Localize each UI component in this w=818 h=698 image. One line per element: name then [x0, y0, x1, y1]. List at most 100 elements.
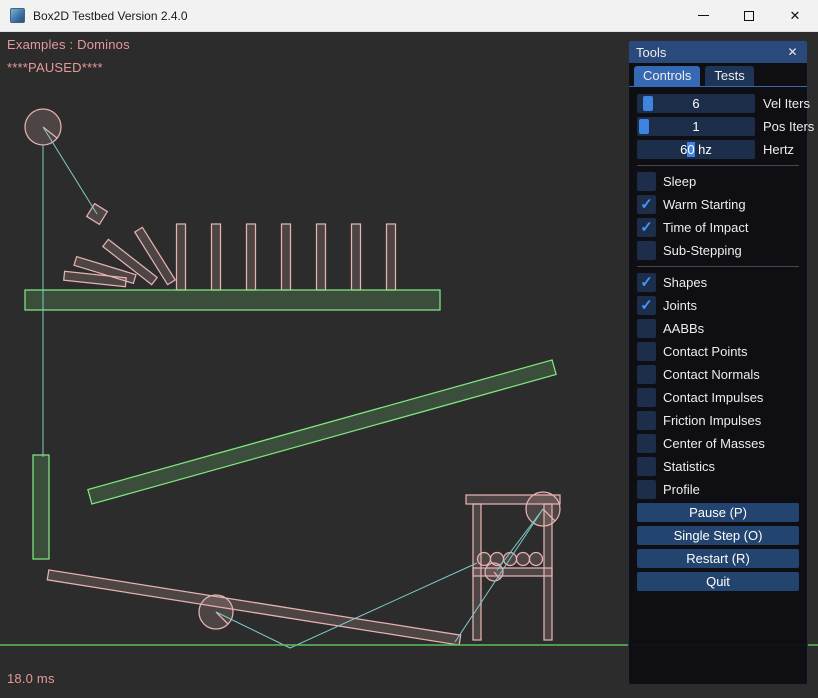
checkbox-label: Statistics	[663, 459, 715, 474]
window-title: Box2D Testbed Version 2.4.0	[33, 9, 680, 23]
tools-close-button[interactable]: ✕	[785, 45, 800, 60]
hertz-label: Hertz	[763, 142, 794, 157]
close-button[interactable]: ✕	[772, 0, 818, 31]
contact-points-checkbox[interactable]	[637, 342, 656, 361]
checkbox-label: Contact Points	[663, 344, 748, 359]
checkbox-label: Contact Impulses	[663, 390, 763, 405]
vertical-block	[33, 455, 49, 559]
check-icon: ✓	[640, 197, 653, 212]
tools-title: Tools	[636, 45, 785, 60]
sleep-checkbox[interactable]	[637, 172, 656, 191]
pos-iters-slider[interactable]: 1	[637, 117, 755, 136]
checkbox-label: Shapes	[663, 275, 707, 290]
domino	[317, 224, 326, 290]
platform	[25, 290, 440, 310]
tilted-plank	[47, 570, 460, 645]
checkbox-row-joints: ✓ Joints	[637, 296, 799, 315]
aabbs-checkbox[interactable]	[637, 319, 656, 338]
minimize-button[interactable]	[680, 0, 726, 31]
hertz-row: 60 hz Hertz	[637, 140, 799, 159]
sub-stepping-checkbox[interactable]	[637, 241, 656, 260]
separator	[637, 266, 799, 267]
center-of-masses-checkbox[interactable]	[637, 434, 656, 453]
vel-iters-row: 6 Vel Iters	[637, 94, 799, 113]
ball	[478, 553, 491, 566]
checkbox-row-profile: Profile	[637, 480, 799, 499]
checkbox-label: Profile	[663, 482, 700, 497]
domino	[247, 224, 256, 290]
checkbox-row-contact-normals: Contact Normals	[637, 365, 799, 384]
shapes-checkbox[interactable]: ✓	[637, 273, 656, 292]
contact-normals-checkbox[interactable]	[637, 365, 656, 384]
joints-checkbox[interactable]: ✓	[637, 296, 656, 315]
vel-iters-slider[interactable]: 6	[637, 94, 755, 113]
app-window: Box2D Testbed Version 2.4.0 ✕	[0, 0, 818, 698]
statistics-checkbox[interactable]	[637, 457, 656, 476]
diagonal-plank	[88, 360, 556, 504]
checkbox-row-time-of-impact: ✓ Time of Impact	[637, 218, 799, 237]
domino	[352, 224, 361, 290]
maximize-icon	[744, 11, 754, 21]
checkbox-label: Sub-Stepping	[663, 243, 742, 258]
domino	[387, 224, 396, 290]
checkbox-row-aabbs: AABBs	[637, 319, 799, 338]
checkbox-row-contact-points: Contact Points	[637, 342, 799, 361]
checkbox-label: Sleep	[663, 174, 696, 189]
checkbox-label: Time of Impact	[663, 220, 748, 235]
example-label: Examples : Dominos	[7, 37, 130, 52]
checkbox-label: Warm Starting	[663, 197, 746, 212]
maximize-button[interactable]	[726, 0, 772, 31]
tab-tests[interactable]: Tests	[705, 66, 753, 86]
quit-button[interactable]: Quit	[637, 572, 799, 591]
friction-impulses-checkbox[interactable]	[637, 411, 656, 430]
checkbox-row-statistics: Statistics	[637, 457, 799, 476]
profile-checkbox[interactable]	[637, 480, 656, 499]
domino	[282, 224, 291, 290]
hertz-value: 60 hz	[637, 140, 755, 159]
checkbox-row-sub-stepping: Sub-Stepping	[637, 241, 799, 260]
hertz-input[interactable]: 60 hz	[637, 140, 755, 159]
contact-impulses-checkbox[interactable]	[637, 388, 656, 407]
tools-panel: Tools ✕ Controls Tests 6 Vel Iters	[628, 40, 808, 685]
dynamic-bodies	[25, 109, 560, 645]
checkbox-row-contact-impulses: Contact Impulses	[637, 388, 799, 407]
check-icon: ✓	[640, 275, 653, 290]
single-step-button[interactable]: Single Step (O)	[637, 526, 799, 545]
tools-titlebar[interactable]: Tools ✕	[629, 41, 807, 63]
minimize-icon	[698, 15, 709, 16]
frame-time-label: 18.0 ms	[7, 671, 55, 686]
checkbox-row-warm-starting: ✓ Warm Starting	[637, 195, 799, 214]
pos-iters-row: 1 Pos Iters	[637, 117, 799, 136]
restart-button[interactable]: Restart (R)	[637, 549, 799, 568]
checkbox-row-center-of-masses: Center of Masses	[637, 434, 799, 453]
tab-controls[interactable]: Controls	[634, 66, 700, 86]
tools-content: 6 Vel Iters 1 Pos Iters 60 hz	[629, 87, 807, 684]
tools-tabbar: Controls Tests	[629, 63, 807, 87]
checkbox-label: AABBs	[663, 321, 704, 336]
vel-iters-value: 6	[637, 94, 755, 113]
checkbox-label: Center of Masses	[663, 436, 765, 451]
pause-button[interactable]: Pause (P)	[637, 503, 799, 522]
ball	[517, 553, 530, 566]
checkbox-label: Friction Impulses	[663, 413, 761, 428]
close-icon: ✕	[790, 8, 801, 24]
domino	[177, 224, 186, 290]
warm-starting-checkbox[interactable]: ✓	[637, 195, 656, 214]
checkbox-row-shapes: ✓ Shapes	[637, 273, 799, 292]
titlebar: Box2D Testbed Version 2.4.0 ✕	[0, 0, 818, 32]
check-icon: ✓	[640, 298, 653, 313]
checkbox-label: Contact Normals	[663, 367, 760, 382]
check-icon: ✓	[640, 220, 653, 235]
separator	[637, 165, 799, 166]
app-icon	[10, 8, 25, 23]
domino	[212, 224, 221, 290]
ball	[530, 553, 543, 566]
pos-iters-value: 1	[637, 117, 755, 136]
pos-iters-label: Pos Iters	[763, 119, 814, 134]
vel-iters-label: Vel Iters	[763, 96, 810, 111]
checkbox-row-friction-impulses: Friction Impulses	[637, 411, 799, 430]
render-canvas[interactable]: Examples : Dominos ****PAUSED**** 18.0 m…	[0, 32, 818, 698]
checkbox-row-sleep: Sleep	[637, 172, 799, 191]
time-of-impact-checkbox[interactable]: ✓	[637, 218, 656, 237]
paused-label: ****PAUSED****	[7, 60, 103, 75]
